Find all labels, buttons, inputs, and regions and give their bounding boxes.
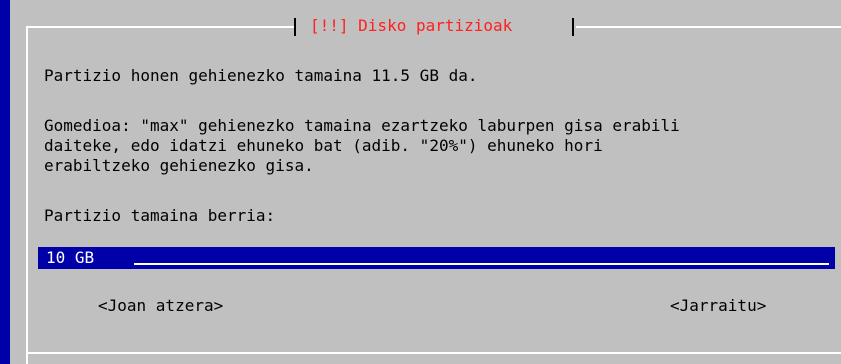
input-underline-fill bbox=[134, 263, 829, 265]
continue-button[interactable]: <Jarraitu> bbox=[670, 296, 766, 316]
hint-text-line: daiteke, edo idatzi ehuneko bat (adib. "… bbox=[44, 136, 603, 155]
dialog-frame-top-left bbox=[26, 26, 294, 28]
dialog-frame-bottom bbox=[26, 352, 841, 354]
partition-size-value: 10 GB bbox=[46, 248, 95, 267]
partition-size-dialog: [!!] Disko partizioak Partizio honen geh… bbox=[10, 0, 841, 364]
hint-text-line: erabiltzeko gehienezko gisa. bbox=[44, 156, 314, 175]
new-size-label: Partizio tamaina berria: bbox=[44, 206, 276, 225]
partition-size-input[interactable]: 10 GB bbox=[38, 247, 835, 269]
go-back-button[interactable]: <Joan atzera> bbox=[98, 296, 223, 316]
hint-text-line: Gomedioa: "max" gehienezko tamaina ezart… bbox=[44, 116, 680, 135]
dialog-title: [!!] Disko partizioak bbox=[310, 16, 513, 35]
title-bracket-right bbox=[572, 18, 574, 36]
dialog-frame-left bbox=[26, 26, 28, 364]
max-size-message: Partizio honen gehienezko tamaina 11.5 G… bbox=[44, 66, 478, 85]
title-bracket-left bbox=[294, 18, 296, 36]
dialog-frame-top-right bbox=[576, 26, 841, 28]
